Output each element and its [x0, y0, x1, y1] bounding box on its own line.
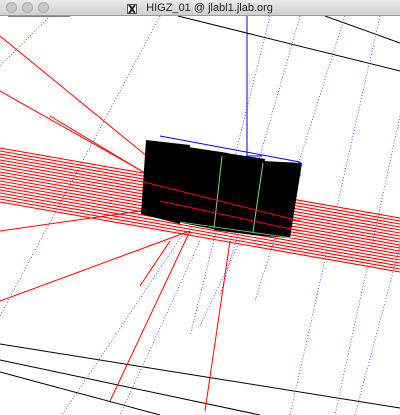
- dotted-guide: [61, 230, 186, 415]
- dotted-guide: [254, 16, 346, 302]
- track: [0, 35, 166, 172]
- frame-line: [177, 16, 400, 72]
- frame-line: [0, 371, 161, 415]
- title-bar[interactable]: HIGZ_01 @ jlabl1.jlab.org: [0, 0, 400, 16]
- dotted-guide: [0, 16, 51, 67]
- x11-icon: [127, 4, 138, 14]
- detector-blocks: [141, 140, 302, 239]
- window-title: HIGZ_01 @ jlabl1.jlab.org: [146, 2, 273, 14]
- track: [204, 240, 231, 412]
- dotted-guide: [119, 240, 201, 415]
- event-display: [0, 16, 400, 415]
- graphics-canvas[interactable]: [0, 16, 400, 415]
- dotted-guide: [199, 240, 241, 327]
- frame-line: [324, 16, 400, 44]
- higz-window: HIGZ_01 @ jlabl1.jlab.org: [0, 0, 400, 415]
- title-area: HIGZ_01 @ jlabl1.jlab.org: [0, 1, 400, 15]
- dotted-guide: [334, 115, 400, 415]
- frame-line: [0, 343, 400, 409]
